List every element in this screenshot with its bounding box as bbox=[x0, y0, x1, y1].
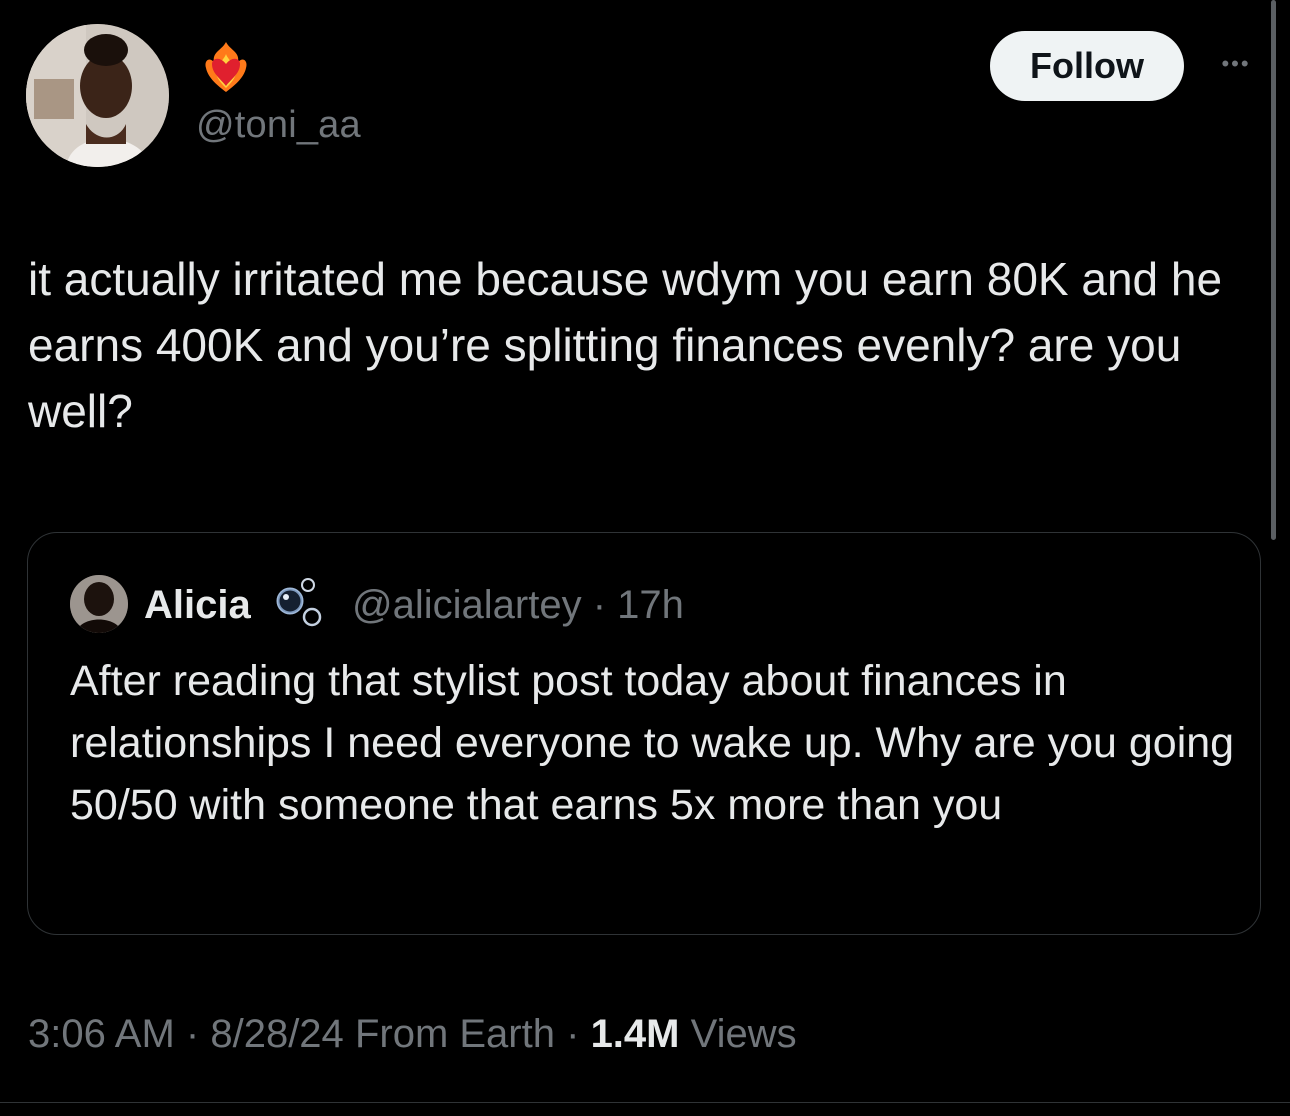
divider bbox=[0, 1102, 1290, 1103]
tweet-meta: 3:06 AM · 8/28/24 From Earth · 1.4M View… bbox=[28, 1012, 797, 1057]
quoted-avatar-photo bbox=[70, 575, 128, 633]
author-avatar[interactable] bbox=[26, 24, 169, 167]
quoted-tweet-card[interactable]: Alicia @alicialartey · 17h After reading… bbox=[27, 532, 1261, 935]
quoted-time[interactable]: 17h bbox=[617, 583, 684, 627]
quoted-handle-time[interactable]: @alicialartey · 17h bbox=[352, 583, 684, 628]
views-count[interactable]: 1.4M bbox=[591, 1012, 680, 1056]
quoted-tweet-text: After reading that stylist post today ab… bbox=[70, 657, 1235, 829]
quoted-author-name[interactable]: Alicia bbox=[144, 583, 251, 628]
follow-button[interactable]: Follow bbox=[990, 31, 1184, 101]
tweet-text: it actually irritated me because wdym yo… bbox=[28, 253, 1235, 437]
separator-dot: · bbox=[592, 583, 607, 627]
quoted-author-avatar[interactable] bbox=[70, 575, 128, 633]
avatar-photo bbox=[26, 24, 169, 167]
scrollbar[interactable] bbox=[1271, 0, 1276, 540]
tweet-page: @toni_aa Follow ••• it actually irritate… bbox=[0, 0, 1290, 1116]
author-handle[interactable]: @toni_aa bbox=[196, 104, 361, 147]
quoted-author-handle[interactable]: @alicialartey bbox=[352, 583, 582, 627]
tweet-source: From Earth bbox=[354, 1012, 555, 1056]
more-options-icon[interactable]: ••• bbox=[1206, 44, 1266, 84]
views-label[interactable]: Views bbox=[691, 1012, 797, 1056]
bubbles-icon bbox=[272, 575, 328, 629]
separator-dot: · bbox=[185, 1012, 200, 1056]
tweet-time[interactable]: 3:06 AM bbox=[28, 1012, 175, 1056]
separator-dot: · bbox=[566, 1012, 580, 1056]
heart-on-fire-icon bbox=[205, 42, 247, 92]
tweet-date[interactable]: 8/28/24 bbox=[210, 1012, 343, 1056]
display-name-emoji[interactable] bbox=[198, 38, 254, 94]
